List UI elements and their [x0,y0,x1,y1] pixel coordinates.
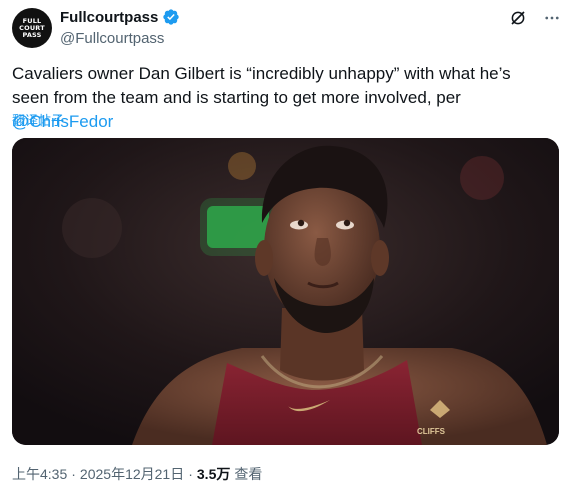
tweet-photo[interactable]: CLIFFS [12,138,559,445]
display-name[interactable]: Fullcourtpass [60,9,158,26]
translate-link[interactable]: 翻译帖子 [12,110,64,129]
avatar-line-3: PASS [22,30,42,39]
jersey-text: CLIFFS [417,427,446,436]
more-icon[interactable] [542,8,562,28]
verified-icon [162,8,180,26]
tweet-text: Cavaliers owner Dan Gilbert is “incredib… [12,62,552,134]
tweet-body: Cavaliers owner Dan Gilbert is “incredib… [12,64,511,107]
meta-separator: · [188,466,193,482]
tweet-card: FULL COURT PASS Fullcourtpass @Fullcourt… [0,0,572,500]
views-count: 3.5万 [196,466,231,482]
tweet-date[interactable]: 2025年12月21日 [80,464,184,484]
grok-icon[interactable] [508,8,528,28]
avatar[interactable]: FULL COURT PASS [12,8,52,48]
views-label: 查看 [234,466,263,482]
name-row: Fullcourtpass [60,8,180,26]
handle[interactable]: @Fullcourtpass [60,30,164,47]
top-actions [508,8,562,28]
meta-separator: · [71,466,76,482]
tweet-time[interactable]: 上午4:35 [12,464,67,484]
player-photo: CLIFFS [12,138,559,445]
tweet-meta: 上午4:35 · 2025年12月21日 · 3.5万 查看 [12,464,262,484]
